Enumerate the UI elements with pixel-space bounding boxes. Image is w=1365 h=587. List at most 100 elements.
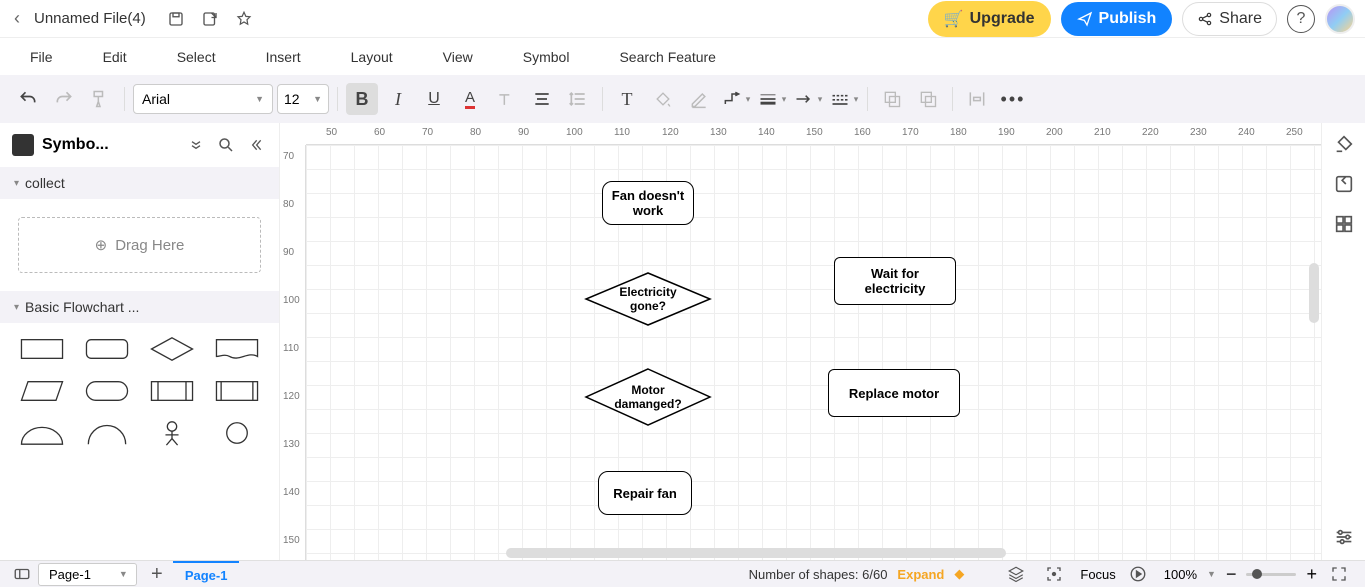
align-button[interactable]: [526, 83, 558, 115]
line-weight-button[interactable]: ▾: [755, 83, 787, 115]
shape-rounded-rect[interactable]: [79, 333, 134, 365]
node-wait-electricity[interactable]: Wait for electricity: [834, 257, 956, 305]
fullscreen-icon[interactable]: [1327, 562, 1351, 586]
shape-parallelogram[interactable]: [14, 375, 69, 407]
send-back-button[interactable]: [876, 83, 908, 115]
sidebar-section-collect[interactable]: ▾collect: [0, 167, 279, 199]
chevron-down-icon[interactable]: ▼: [1207, 569, 1216, 579]
add-page-button[interactable]: +: [145, 562, 169, 586]
text-case-button[interactable]: [490, 83, 522, 115]
arrow-style-button[interactable]: ▾: [791, 83, 823, 115]
chevron-down-icon: ▾: [14, 178, 19, 189]
presentation-icon[interactable]: [1126, 562, 1150, 586]
collapse-sidebar-icon[interactable]: [245, 134, 267, 156]
bring-front-button[interactable]: [912, 83, 944, 115]
italic-button[interactable]: I: [382, 83, 414, 115]
shape-arc[interactable]: [79, 417, 134, 449]
node-motor-damaged[interactable]: Motor damanged?: [584, 367, 712, 427]
canvas[interactable]: Fan doesn't work Electricity gone? Wait …: [306, 145, 1321, 560]
expand-link[interactable]: Expand: [897, 567, 944, 582]
font-select[interactable]: Arial▼: [133, 84, 273, 114]
menu-view[interactable]: View: [443, 49, 473, 65]
font-size-select[interactable]: 12▼: [277, 84, 329, 114]
help-button[interactable]: ?: [1287, 5, 1315, 33]
zoom-slider[interactable]: [1246, 573, 1296, 576]
shapes-count: Number of shapes: 6/60: [749, 567, 888, 582]
fill-button[interactable]: [647, 83, 679, 115]
menu-select[interactable]: Select: [177, 49, 216, 65]
share-button[interactable]: Share: [1182, 2, 1277, 36]
sidebar-section-flowchart[interactable]: ▾Basic Flowchart ...: [0, 291, 279, 323]
grid-panel-icon[interactable]: [1331, 211, 1357, 237]
focus-label[interactable]: Focus: [1080, 567, 1115, 582]
page-tab[interactable]: Page-1: [173, 561, 240, 587]
shape-rect[interactable]: [14, 333, 69, 365]
menu-insert[interactable]: Insert: [266, 49, 301, 65]
redo-button[interactable]: [48, 83, 80, 115]
shape-subprocess[interactable]: [210, 375, 265, 407]
zoom-in-button[interactable]: +: [1306, 564, 1317, 585]
sidebar-header: Symbo...: [0, 123, 279, 167]
star-icon[interactable]: [232, 7, 256, 31]
shape-diamond[interactable]: [145, 333, 200, 365]
publish-button[interactable]: Publish: [1061, 2, 1173, 36]
menu-file[interactable]: File: [30, 49, 53, 65]
horizontal-ruler: 5060708090100110120130140150160170180190…: [306, 123, 1321, 145]
export-icon[interactable]: [198, 7, 222, 31]
bold-button[interactable]: B: [346, 83, 378, 115]
vertical-ruler: 708090100110120130140150: [280, 145, 306, 560]
back-icon[interactable]: ‹: [10, 4, 24, 33]
page-select[interactable]: Page-1▼: [38, 563, 137, 586]
zoom-out-button[interactable]: −: [1226, 564, 1237, 585]
search-icon[interactable]: [215, 134, 237, 156]
menubar: File Edit Select Insert Layout View Symb…: [0, 38, 1365, 75]
menu-symbol[interactable]: Symbol: [523, 49, 570, 65]
drag-here-zone[interactable]: ⊕ Drag Here: [18, 217, 261, 273]
save-icon[interactable]: [164, 7, 188, 31]
settings-panel-icon[interactable]: [1331, 524, 1357, 550]
horizontal-scrollbar[interactable]: [506, 548, 1006, 558]
pages-icon[interactable]: [10, 562, 34, 586]
text-tool-button[interactable]: T: [611, 83, 643, 115]
font-color-button[interactable]: A: [454, 83, 486, 115]
node-replace-motor[interactable]: Replace motor: [828, 369, 960, 417]
node-electricity-gone[interactable]: Electricity gone?: [584, 271, 712, 327]
menu-layout[interactable]: Layout: [351, 49, 393, 65]
line-dash-button[interactable]: ▾: [827, 83, 859, 115]
shape-actor[interactable]: [145, 417, 200, 449]
fill-panel-icon[interactable]: [1331, 131, 1357, 157]
distribute-button[interactable]: [961, 83, 993, 115]
footer: Page-1▼ + Page-1 Number of shapes: 6/60 …: [0, 560, 1365, 587]
menu-search-feature[interactable]: Search Feature: [619, 49, 716, 65]
line-color-button[interactable]: [683, 83, 715, 115]
export-panel-icon[interactable]: [1331, 171, 1357, 197]
undo-button[interactable]: [12, 83, 44, 115]
file-name[interactable]: Unnamed File(4): [34, 10, 146, 27]
zoom-value[interactable]: 100%: [1164, 567, 1197, 582]
format-painter-button[interactable]: [84, 83, 116, 115]
chevron-down-icon: ▼: [313, 94, 322, 104]
more-button[interactable]: •••: [997, 83, 1029, 115]
send-icon: [1077, 11, 1093, 27]
shape-document[interactable]: [210, 333, 265, 365]
shape-connector[interactable]: [210, 417, 265, 449]
node-fan-doesnt-work[interactable]: Fan doesn't work: [602, 181, 694, 225]
node-repair-fan[interactable]: Repair fan: [598, 471, 692, 515]
sidebar-title: Symbo...: [42, 136, 177, 154]
shape-terminator[interactable]: [79, 375, 134, 407]
expand-down-icon[interactable]: [185, 134, 207, 156]
connector-style-button[interactable]: ▾: [719, 83, 751, 115]
underline-button[interactable]: U: [418, 83, 450, 115]
chevron-down-icon: ▾: [14, 302, 19, 313]
vertical-scrollbar[interactable]: [1309, 263, 1319, 323]
layers-icon[interactable]: [1004, 562, 1028, 586]
shape-predefined[interactable]: [145, 375, 200, 407]
user-avatar[interactable]: [1325, 4, 1355, 34]
shape-half-ellipse[interactable]: [14, 417, 69, 449]
line-spacing-button[interactable]: [562, 83, 594, 115]
upgrade-button[interactable]: 🛒 Upgrade: [928, 1, 1051, 37]
right-panel: [1321, 123, 1365, 560]
focus-icon[interactable]: [1042, 562, 1066, 586]
menu-edit[interactable]: Edit: [103, 49, 127, 65]
workspace: Symbo... ▾collect ⊕ Drag Here ▾Basic Flo…: [0, 123, 1365, 560]
